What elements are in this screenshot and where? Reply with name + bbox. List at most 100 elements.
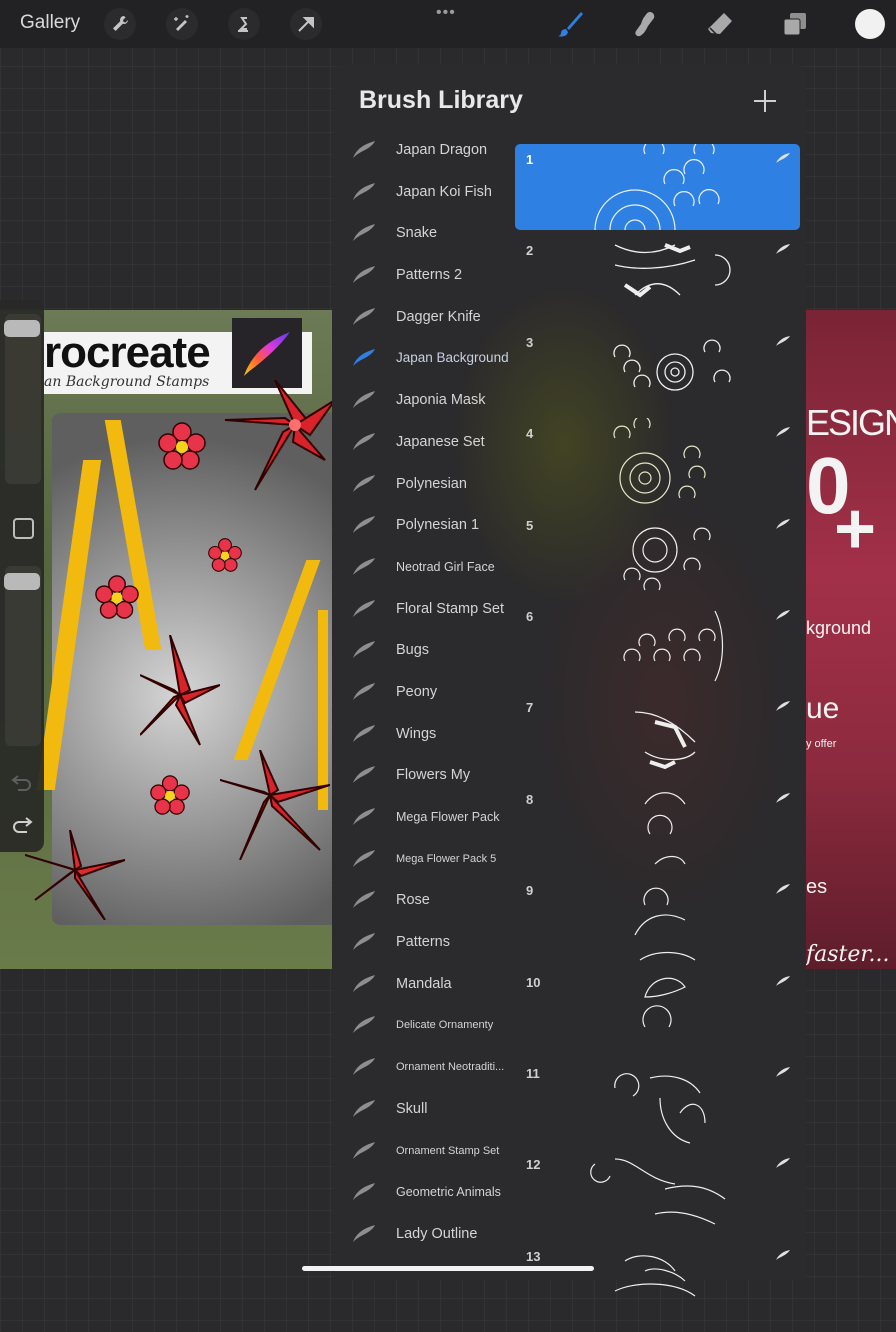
brush-stroke-icon bbox=[353, 849, 375, 867]
brush-stamp-preview bbox=[634, 711, 696, 770]
brush-set-label: Floral Stamp Set bbox=[396, 600, 504, 617]
brush-size-slider[interactable] bbox=[5, 314, 41, 484]
brush-item[interactable]: 6 bbox=[515, 601, 800, 692]
brush-set-item[interactable]: Mega Flower Pack 5 bbox=[333, 839, 515, 881]
add-brush-button[interactable] bbox=[752, 88, 778, 114]
brush-set-item[interactable]: Neotrad Girl Face bbox=[333, 547, 515, 589]
brush-stroke-icon bbox=[353, 1016, 375, 1034]
brush-stroke-icon bbox=[776, 244, 790, 255]
brush-set-item[interactable]: Patterns 2 bbox=[333, 255, 515, 297]
procreate-brush-logo-icon bbox=[244, 332, 290, 376]
brush-set-item[interactable]: Delicate Ornamenty bbox=[333, 1005, 515, 1047]
more-options-handle[interactable]: ••• bbox=[436, 4, 456, 22]
brush-stroke-icon bbox=[776, 975, 790, 986]
artwork-text: ESIGN bbox=[806, 402, 896, 443]
adjustments-button[interactable] bbox=[166, 8, 198, 40]
brush-set-item[interactable]: Lady Outline bbox=[333, 1214, 515, 1256]
canvas-artwork-left: rocreate an Background Stamps bbox=[0, 310, 332, 969]
brush-list[interactable]: 1 2 3 4 5 6 7 8 9 10 11 12 13 bbox=[515, 144, 800, 1332]
brush-stamp-preview bbox=[590, 1158, 726, 1225]
brush-set-item[interactable]: Mega Flower Pack bbox=[333, 797, 515, 839]
brush-item[interactable]: 1 bbox=[515, 144, 800, 231]
brush-stroke-icon bbox=[353, 224, 375, 242]
brush-set-label: Patterns 2 bbox=[396, 267, 463, 284]
brush-item[interactable]: 4 bbox=[515, 418, 800, 509]
brush-set-item[interactable]: Ornament Stamp Set bbox=[333, 1131, 515, 1173]
brush-size-thumb[interactable] bbox=[4, 320, 40, 337]
smudge-tool-button[interactable] bbox=[628, 8, 660, 40]
brush-set-list[interactable]: Japan Dragon Japan Koi Fish Snake Patterns … bbox=[333, 130, 515, 1256]
brush-stamp-preview bbox=[614, 1254, 696, 1297]
cherry-blossom bbox=[208, 538, 242, 572]
brush-set-item[interactable]: Bugs bbox=[333, 630, 515, 672]
brush-set-label: Dagger Knife bbox=[396, 308, 481, 325]
procreate-logo bbox=[232, 318, 302, 388]
layers-button[interactable] bbox=[779, 8, 811, 40]
brush-stroke-icon bbox=[353, 1183, 375, 1201]
actions-button[interactable] bbox=[104, 8, 136, 40]
opacity-thumb[interactable] bbox=[4, 573, 40, 590]
selection-s-icon bbox=[238, 17, 248, 32]
brush-set-item[interactable]: Japan Dragon bbox=[333, 130, 515, 172]
brush-set-item[interactable]: Rose bbox=[333, 880, 515, 922]
brush-set-item[interactable]: Floral Stamp Set bbox=[333, 589, 515, 631]
brush-item[interactable]: 7 bbox=[515, 692, 800, 783]
opacity-slider[interactable] bbox=[5, 566, 41, 746]
brush-item[interactable]: 13 bbox=[515, 1241, 800, 1332]
brush-set-item[interactable]: Flowers My bbox=[333, 755, 515, 797]
brush-item[interactable]: 2 bbox=[515, 235, 800, 326]
brush-stroke-icon bbox=[353, 1224, 375, 1242]
brush-set-item[interactable]: Ornament Neotraditi... bbox=[333, 1047, 515, 1089]
canvas-artwork-right: ESIGN 0 + kground ue y offer es faster..… bbox=[806, 310, 896, 969]
brush-set-item[interactable]: Japan Koi Fish bbox=[333, 172, 515, 214]
brush-stroke-icon bbox=[353, 1141, 375, 1159]
brush-stamp-preview bbox=[644, 791, 686, 865]
brush-set-item[interactable]: Snake bbox=[333, 213, 515, 255]
brush-set-item[interactable]: Japonia Mask bbox=[333, 380, 515, 422]
brush-stroke-icon bbox=[353, 307, 375, 325]
modify-button[interactable] bbox=[13, 518, 34, 539]
brush-set-item[interactable]: Japan Background bbox=[333, 338, 515, 380]
brush-item[interactable]: 9 bbox=[515, 875, 800, 966]
brush-set-item[interactable]: Wings bbox=[333, 714, 515, 756]
color-picker-button[interactable] bbox=[855, 9, 885, 39]
transform-button[interactable] bbox=[290, 8, 322, 40]
brush-set-item[interactable]: Dagger Knife bbox=[333, 297, 515, 339]
brush-set-item[interactable]: Skull bbox=[333, 1089, 515, 1131]
brush-set-item[interactable]: Polynesian 1 bbox=[333, 505, 515, 547]
brush-set-item[interactable]: Geometric Animals bbox=[333, 1172, 515, 1214]
artwork-title: rocreate bbox=[44, 328, 211, 377]
brush-stroke-icon bbox=[353, 766, 375, 784]
brush-number: 7 bbox=[526, 700, 534, 716]
brush-stamp-preview bbox=[623, 610, 724, 682]
eraser-tool-button[interactable] bbox=[704, 8, 736, 40]
brush-item[interactable]: 3 bbox=[515, 327, 800, 418]
brush-set-item[interactable]: Polynesian bbox=[333, 464, 515, 506]
brush-set-item[interactable]: Patterns bbox=[333, 922, 515, 964]
brush-set-label: Bugs bbox=[396, 642, 430, 659]
brush-stroke-icon bbox=[776, 335, 790, 346]
brush-item[interactable]: 11 bbox=[515, 1058, 800, 1149]
brush-set-label: Polynesian 1 bbox=[396, 517, 480, 534]
brush-tool-button[interactable] bbox=[554, 8, 586, 40]
brush-item[interactable]: 12 bbox=[515, 1149, 800, 1240]
smudge-icon bbox=[635, 12, 655, 37]
brush-item[interactable]: 8 bbox=[515, 784, 800, 875]
brush-set-item[interactable]: Japanese Set bbox=[333, 422, 515, 464]
brush-item[interactable]: 10 bbox=[515, 967, 800, 1058]
magic-wand-icon bbox=[174, 15, 189, 31]
artwork-text: ue bbox=[806, 692, 840, 725]
panel-title: Brush Library bbox=[359, 86, 523, 114]
undo-button[interactable] bbox=[10, 772, 34, 792]
redo-button[interactable] bbox=[10, 816, 34, 836]
brush-set-label: Japonia Mask bbox=[396, 392, 486, 409]
brush-stroke-icon bbox=[353, 266, 375, 284]
gallery-button[interactable]: Gallery bbox=[20, 12, 80, 34]
brush-set-label: Japan Dragon bbox=[396, 142, 488, 158]
home-indicator[interactable] bbox=[302, 1266, 594, 1271]
selection-button[interactable] bbox=[228, 8, 260, 40]
brush-item[interactable]: 5 bbox=[515, 510, 800, 601]
brush-stamp-preview bbox=[594, 144, 720, 231]
brush-set-item[interactable]: Mandala bbox=[333, 964, 515, 1006]
brush-set-item[interactable]: Peony bbox=[333, 672, 515, 714]
